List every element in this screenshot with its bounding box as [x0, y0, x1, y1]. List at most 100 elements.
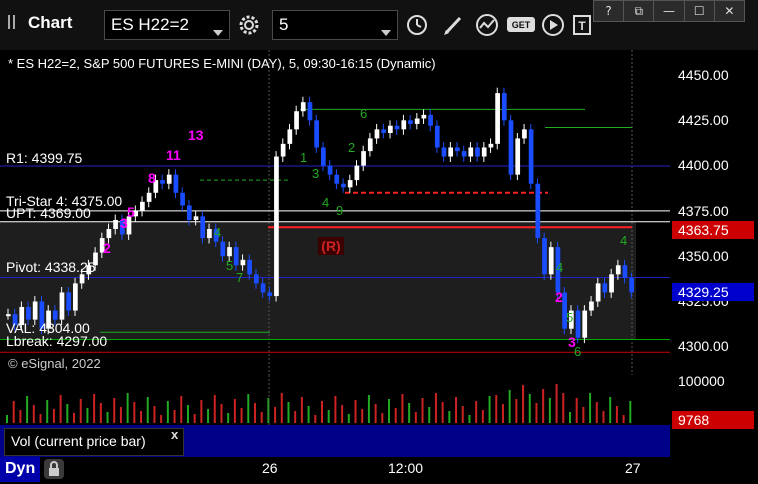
volume-bar: [515, 399, 518, 423]
volume-bar: [595, 402, 598, 423]
gear-icon[interactable]: [236, 12, 262, 38]
volume-bar: [160, 415, 163, 423]
volume-bar: [582, 407, 585, 423]
svg-text:T: T: [578, 19, 586, 33]
price-chart[interactable]: 2 3 5 8 11 13 2 3 1 3 2 6 4 9 4 5 7 4 5 6 4: [0, 50, 670, 375]
get-data-icon[interactable]: GET: [506, 12, 536, 38]
volume-bar: [274, 407, 277, 423]
volume-bar: [408, 403, 411, 423]
sequence-count: 1: [300, 150, 307, 165]
volume-bar: [448, 411, 451, 423]
candle-body: [515, 138, 521, 175]
volume-bar: [200, 400, 203, 423]
candle-body: [280, 143, 286, 157]
volume-bar: [113, 398, 116, 423]
candle-body: [582, 310, 588, 338]
candle-body: [247, 259, 252, 275]
toolbar: Chart ES H22=2 5 GET T ? ⧉ — ☐ ✕: [0, 0, 758, 50]
candle-body: [106, 229, 112, 239]
lock-icon[interactable]: [44, 459, 64, 479]
clock-icon[interactable]: [404, 12, 430, 38]
help-button[interactable]: ?: [594, 1, 625, 21]
volume-bar: [495, 395, 498, 423]
pencil-icon[interactable]: [440, 12, 466, 38]
volume-bar: [46, 400, 49, 423]
sequence-count: 2: [103, 240, 111, 256]
candle-body: [207, 229, 212, 239]
candle-body: [321, 147, 326, 166]
candle-body: [622, 265, 628, 278]
volume-bar: [52, 409, 55, 423]
candle-body: [267, 292, 273, 297]
volume-bar: [548, 398, 551, 423]
candle-body: [548, 247, 554, 275]
volume-bar: [441, 402, 444, 423]
volume-bar: [314, 415, 317, 423]
volume-bar: [361, 409, 364, 423]
close-button[interactable]: ✕: [715, 1, 744, 21]
candle-body: [173, 174, 179, 193]
candle-body: [200, 216, 206, 239]
close-study-button[interactable]: x: [171, 427, 178, 442]
volume-bar: [367, 395, 370, 423]
restore-button[interactable]: ⧉: [624, 1, 655, 21]
symbol-select[interactable]: ES H22=2: [104, 10, 230, 40]
candle-body: [227, 247, 232, 257]
time-tick: 27: [625, 460, 641, 476]
volume-bar: [32, 405, 35, 423]
maximize-button[interactable]: ☐: [685, 1, 715, 21]
candle-body: [6, 314, 11, 317]
volume-bar: [455, 397, 458, 423]
svg-text:GET: GET: [512, 20, 531, 30]
candle-body: [367, 138, 373, 152]
volume-bar: [280, 393, 283, 423]
grip-icon[interactable]: [6, 12, 20, 32]
candle-body: [220, 241, 226, 257]
play-icon[interactable]: [540, 12, 566, 38]
volume-bar: [207, 409, 210, 423]
volume-bar: [555, 384, 558, 423]
volume-bar: [6, 415, 8, 423]
volume-bar: [59, 395, 62, 423]
volume-bar: [93, 394, 96, 423]
candle-body: [595, 283, 601, 302]
volume-bar: [475, 401, 478, 423]
chevron-down-icon: [381, 22, 391, 42]
candle-body: [535, 183, 541, 239]
volume-bar: [106, 412, 109, 423]
interval-select[interactable]: 5: [272, 10, 398, 40]
volume-bar: [374, 404, 377, 423]
minimize-button[interactable]: —: [654, 1, 685, 21]
sequence-count: 8: [148, 170, 156, 186]
volume-bar: [347, 414, 350, 423]
candle-body: [609, 274, 614, 293]
volume-bar: [461, 406, 464, 423]
volume-bar: [294, 411, 297, 423]
volume-current-box: 9768: [672, 411, 754, 429]
time-axis[interactable]: [0, 457, 758, 482]
volume-chart[interactable]: [0, 375, 670, 425]
volume-bar: [334, 396, 337, 423]
candle-body: [66, 292, 72, 311]
watermark: © eSignal, 2022: [8, 356, 101, 371]
interval-value: 5: [279, 15, 289, 34]
candle-body: [575, 310, 581, 338]
sequence-count: 5: [226, 258, 233, 273]
volume-axis-tick: 100000: [678, 373, 725, 389]
volume-bar: [388, 399, 391, 423]
volume-bar: [307, 406, 310, 423]
candle-body: [421, 114, 427, 119]
candle-body: [160, 180, 165, 184]
volume-study-tab[interactable]: Vol (current price bar): [4, 428, 184, 456]
candle-body: [193, 216, 199, 220]
sequence-count: 9: [336, 203, 343, 218]
volume-bar: [287, 402, 290, 423]
volume-study-label: Vol (current price bar): [11, 433, 146, 449]
studies-icon[interactable]: [474, 12, 500, 38]
candle-body: [401, 120, 407, 130]
volume-bar: [501, 404, 504, 423]
price-tick: 4450.00: [678, 67, 729, 83]
sequence-count: 4: [214, 225, 221, 240]
volume-bar: [253, 403, 256, 423]
volume-bar: [140, 411, 143, 423]
